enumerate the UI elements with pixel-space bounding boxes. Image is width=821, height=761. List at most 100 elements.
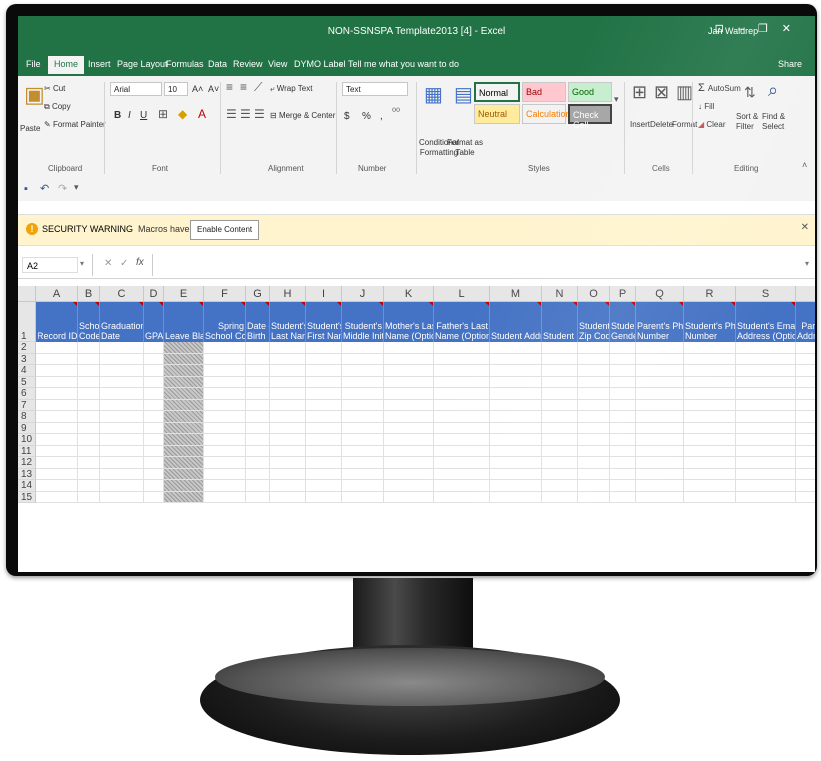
grid-cell[interactable]: [636, 445, 684, 457]
grid-cell[interactable]: [736, 422, 796, 434]
grid-cell[interactable]: [636, 411, 684, 423]
grid-cell[interactable]: [270, 388, 306, 400]
grid-cell[interactable]: [306, 445, 342, 457]
percent-button[interactable]: %: [362, 111, 371, 122]
tell-me-box[interactable]: Tell me what you want to do: [348, 59, 459, 69]
grid-cell[interactable]: [306, 342, 342, 354]
grid-cell[interactable]: [164, 365, 204, 377]
grid-cell[interactable]: [246, 342, 270, 354]
grid-cell[interactable]: [100, 399, 144, 411]
grid-cell[interactable]: [270, 342, 306, 354]
grid-cell[interactable]: [164, 468, 204, 480]
underline-button[interactable]: U: [140, 110, 147, 121]
italic-button[interactable]: I: [128, 110, 131, 121]
format-as-table-button[interactable]: Format as Table: [446, 138, 484, 158]
grid-cell[interactable]: [684, 457, 736, 469]
grid-cell[interactable]: [78, 480, 100, 492]
style-check-cell[interactable]: Check Cell: [568, 104, 612, 130]
row-header[interactable]: 9: [18, 422, 36, 434]
grid-cell[interactable]: [542, 491, 578, 503]
grid-cell[interactable]: [144, 411, 164, 423]
header-cell[interactable]: Father's LastName (Optional): [434, 302, 490, 342]
grid-cell[interactable]: [36, 411, 78, 423]
grid-cell[interactable]: [542, 422, 578, 434]
header-cell[interactable]: StudentZip Code: [578, 302, 610, 342]
column-header[interactable]: R: [684, 286, 736, 302]
grid-cell[interactable]: [636, 365, 684, 377]
grid-cell[interactable]: [246, 353, 270, 365]
grid-cell[interactable]: [636, 399, 684, 411]
grid-cell[interactable]: [490, 376, 542, 388]
grid-cell[interactable]: [490, 353, 542, 365]
grid-cell[interactable]: [490, 365, 542, 377]
grid-cell[interactable]: [144, 445, 164, 457]
grid-cell[interactable]: [204, 388, 246, 400]
grid-cell[interactable]: [542, 480, 578, 492]
grid-cell[interactable]: [78, 434, 100, 446]
name-box-dropdown-icon[interactable]: ▾: [80, 259, 84, 268]
style-neutral[interactable]: Neutral: [474, 104, 520, 124]
grid-cell[interactable]: [36, 388, 78, 400]
grid-cell[interactable]: [490, 491, 542, 503]
grid-cell[interactable]: [270, 353, 306, 365]
grid-cell[interactable]: [270, 365, 306, 377]
row-header[interactable]: 7: [18, 399, 36, 411]
grid-cell[interactable]: [164, 434, 204, 446]
grid-cell[interactable]: [736, 457, 796, 469]
grid-cell[interactable]: [684, 365, 736, 377]
grid-cell[interactable]: [578, 422, 610, 434]
grid-cell[interactable]: [736, 434, 796, 446]
grid-cell[interactable]: [100, 491, 144, 503]
insert-cells-icon[interactable]: ⊞: [632, 82, 647, 103]
grid-cell[interactable]: [36, 445, 78, 457]
grid-cell[interactable]: [684, 422, 736, 434]
grid-cell[interactable]: [542, 445, 578, 457]
sort-filter-icon[interactable]: ⇅: [744, 84, 756, 101]
grid-cell[interactable]: [246, 434, 270, 446]
grid-cell[interactable]: [246, 445, 270, 457]
undo-icon[interactable]: ↶: [40, 182, 49, 195]
grid-cell[interactable]: [684, 434, 736, 446]
customize-qat-icon[interactable]: ▾: [74, 182, 79, 193]
grid-cell[interactable]: [636, 342, 684, 354]
grid-cell[interactable]: [796, 492, 815, 503]
cut-button[interactable]: ✂ Cut: [44, 84, 65, 93]
grid-cell[interactable]: [204, 457, 246, 469]
column-header[interactable]: M: [490, 286, 542, 302]
grid-cell[interactable]: [78, 445, 100, 457]
grid-cell[interactable]: [100, 353, 144, 365]
grid-cell[interactable]: [100, 365, 144, 377]
font-name-select[interactable]: Arial: [110, 82, 162, 96]
row-header[interactable]: 12: [18, 457, 36, 469]
enable-content-button[interactable]: Enable Content: [190, 220, 260, 240]
grid-cell[interactable]: [684, 342, 736, 354]
tab-file[interactable]: File: [26, 59, 41, 69]
grid-cell[interactable]: [384, 342, 434, 354]
grid-cell[interactable]: [610, 411, 636, 423]
column-header[interactable]: E: [164, 286, 204, 302]
grid-cell[interactable]: [246, 480, 270, 492]
row-header[interactable]: 15: [18, 491, 36, 503]
grid-cell[interactable]: [270, 399, 306, 411]
grid-cell[interactable]: [636, 491, 684, 503]
font-size-select[interactable]: 10: [164, 82, 188, 96]
grid-cell[interactable]: [204, 376, 246, 388]
grid-cell[interactable]: [684, 480, 736, 492]
align-left-icon[interactable]: ☰: [226, 107, 237, 121]
grid-cell[interactable]: [736, 411, 796, 423]
tab-data[interactable]: Data: [208, 59, 227, 69]
grid-cell[interactable]: [610, 491, 636, 503]
header-cell[interactable]: Graduation Date: [100, 302, 144, 342]
grid-cell[interactable]: [306, 399, 342, 411]
grid-cell[interactable]: [384, 422, 434, 434]
grid-cell[interactable]: [434, 468, 490, 480]
ribbon-display-icon[interactable]: ⊡: [715, 23, 738, 35]
grid-cell[interactable]: [610, 365, 636, 377]
grid-cell[interactable]: [578, 353, 610, 365]
grid-cell[interactable]: [78, 342, 100, 354]
paste-icon[interactable]: ▣: [24, 82, 45, 108]
grid-cell[interactable]: [270, 445, 306, 457]
grid-cell[interactable]: [434, 434, 490, 446]
grid-cell[interactable]: [36, 480, 78, 492]
grid-cell[interactable]: [164, 480, 204, 492]
